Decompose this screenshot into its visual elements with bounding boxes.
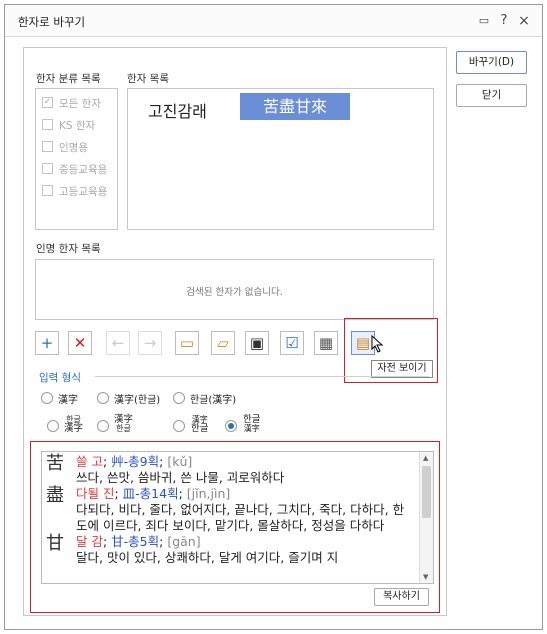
format-label-7: 한글 漢字 (243, 414, 261, 433)
format-radio-7[interactable] (225, 420, 237, 432)
close-button[interactable]: 닫기 (456, 84, 527, 107)
format-radio-6[interactable] (173, 420, 185, 432)
person-hanja-label: 인명 한자 목록 (36, 243, 101, 255)
window-title: 한자로 바꾸기 (18, 15, 86, 29)
format-label-2: 漢字(한글) (114, 395, 161, 406)
save-icon[interactable]: ▣ (245, 331, 269, 355)
format-label-1: 漢字 (58, 395, 78, 406)
person-hanja-list[interactable]: 검색된 한자가 없습니다. (35, 259, 434, 320)
checklist-icon[interactable]: ☑ (280, 331, 304, 355)
checkbox-icon[interactable] (42, 163, 53, 174)
section-divider (95, 376, 429, 377)
hanja-list[interactable]: 고진감래 苦盡甘來 (127, 88, 434, 230)
format-radio-3[interactable] (173, 392, 185, 404)
arrow-left-icon[interactable]: ← (106, 331, 130, 355)
arrow-right-icon[interactable]: → (138, 331, 162, 355)
category-item-high[interactable]: 고등교육용 (42, 182, 118, 200)
format-radio-1[interactable] (41, 392, 53, 404)
checkbox-icon[interactable] (42, 141, 53, 152)
checkbox-icon[interactable] (42, 119, 53, 130)
title-bar: 한자로 바꾸기 ▭ ? × (5, 5, 542, 37)
checkbox-icon[interactable] (42, 185, 53, 196)
table-icon[interactable]: ▦ (314, 331, 338, 355)
format-radio-4[interactable] (47, 420, 59, 432)
format-radio-5[interactable] (97, 420, 109, 432)
help-icon[interactable]: ? (495, 12, 513, 30)
close-icon[interactable]: × (515, 12, 533, 30)
hangul-word: 고진감래 (148, 102, 207, 121)
category-item-middle[interactable]: 중등교육용 (42, 160, 118, 178)
highlight-box-dictionary (30, 441, 440, 613)
delete-icon[interactable]: ✕ (68, 331, 92, 355)
hanja-list-label: 한자 목록 (127, 73, 169, 85)
highlight-box-toolbar (344, 318, 438, 383)
checkbox-icon[interactable]: ✓ (42, 97, 53, 108)
input-format-label: 입력 형식 (39, 372, 81, 384)
format-radio-2[interactable] (97, 392, 109, 404)
category-list-label: 한자 분류 목록 (36, 73, 101, 85)
folder-icon[interactable]: ▭ (175, 331, 199, 355)
replace-button[interactable]: 바꾸기(D) (456, 51, 527, 74)
hanja-convert-dialog: 한자로 바꾸기 ▭ ? × 한자 분류 목록 ✓ 모든 한자 KS 한자 인명용 … (4, 4, 543, 630)
format-label-5: 漢字 한글 (114, 414, 134, 433)
category-item-all[interactable]: ✓ 모든 한자 (42, 94, 118, 112)
hanja-candidate-selected[interactable]: 苦盡甘來 (240, 93, 350, 120)
open-folder-icon[interactable]: ▱ (211, 331, 235, 355)
format-label-3: 한글(漢字) (190, 395, 237, 406)
format-label-4: 한글 漢字 (64, 415, 84, 434)
format-label-6: 漢字 한글 (191, 415, 209, 434)
category-item-ks[interactable]: KS 한자 (42, 116, 118, 134)
empty-message: 검색된 한자가 없습니다. (186, 287, 283, 298)
category-list: ✓ 모든 한자 KS 한자 인명용 중등교육용 고등교육용 (35, 88, 118, 230)
category-item-name[interactable]: 인명용 (42, 138, 118, 156)
add-icon[interactable]: + (35, 331, 59, 355)
chat-icon[interactable]: ▭ (475, 12, 493, 30)
